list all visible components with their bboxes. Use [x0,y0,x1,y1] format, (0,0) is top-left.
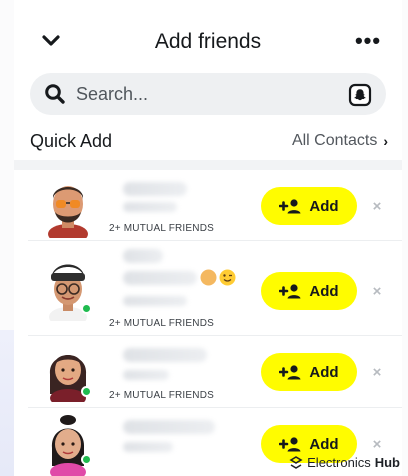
watermark-brand: Hub [374,455,400,470]
add-button-label: Add [309,363,339,381]
search-icon [44,83,66,105]
app-window: Add friends ••• Search... Quick Add All … [14,0,402,476]
add-friend-icon [279,199,301,214]
search-placeholder: Search... [76,84,149,104]
header: Add friends ••• [14,0,402,76]
dismiss-button[interactable]: × [368,363,386,381]
online-indicator [81,303,92,314]
blurred-username [123,202,177,212]
screen: Add friends ••• Search... Quick Add All … [0,0,408,476]
mutual-friends-label: 2+ MUTUAL FRIENDS [109,318,214,329]
avatar[interactable] [40,414,96,476]
list-item: 2+ MUTUAL FRIENDS Add × [28,170,402,244]
online-indicator [81,454,92,465]
add-friend-icon [279,365,301,380]
watermark-prefix: Electronics [307,455,371,470]
online-indicator [81,386,92,397]
mutual-friends-label: 2+ MUTUAL FRIENDS [109,223,214,234]
blurred-username [123,296,187,306]
add-friend-button[interactable]: Add [261,272,357,310]
blurred-name [123,420,215,434]
all-contacts-label: All Contacts [291,132,378,149]
more-options-icon[interactable]: ••• [354,28,382,53]
dismiss-button[interactable]: × [368,435,386,453]
chevron-right-icon: › [383,133,388,149]
blurred-username [123,370,169,380]
dismiss-button[interactable]: × [368,282,386,300]
gold-star-emoji-icon [200,269,217,286]
add-button-label: Add [309,282,339,300]
list-item: 2+ MUTUAL FRIENDS Add × [28,336,402,408]
add-friend-button[interactable]: Add [261,353,357,391]
mutual-friends-label: 2+ MUTUAL FRIENDS [109,390,214,401]
blurred-name [123,348,207,362]
add-friend-icon [279,284,301,299]
all-contacts-link[interactable]: All Contacts › [292,132,388,150]
blurred-name [123,249,163,263]
add-button-label: Add [309,197,339,215]
watermark: Electronics Hub [289,455,400,470]
blurred-name-line-2 [123,271,197,285]
list-item: 2+ MUTUAL FRIENDS Add × [28,241,402,336]
search-input[interactable]: Search... [30,73,386,115]
dismiss-button[interactable]: × [368,197,386,215]
page-title: Add friends [154,30,262,53]
add-friend-icon [279,437,301,452]
snapchat-ghost-icon[interactable] [348,83,372,107]
blurred-username [123,442,173,452]
section-title: Quick Add [30,131,113,151]
avatar[interactable] [40,176,96,244]
add-friend-button[interactable]: Add [261,187,357,225]
electronics-hub-logo-icon [289,455,303,469]
blurred-name [123,182,187,196]
winking-face-emoji-icon [219,269,236,286]
section-divider [14,160,402,170]
friend-emojis [200,269,236,286]
add-button-label: Add [309,435,339,453]
